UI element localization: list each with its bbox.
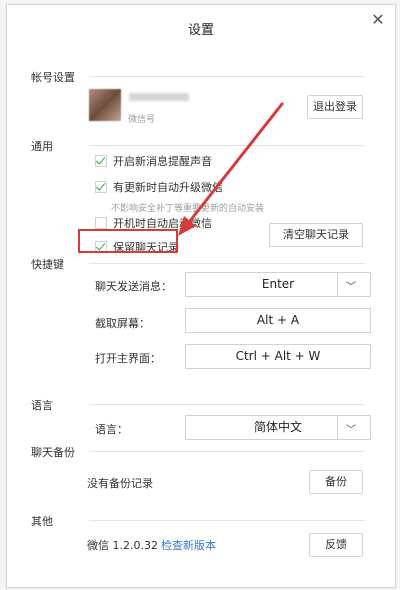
annotation-arrow-icon — [178, 102, 284, 236]
